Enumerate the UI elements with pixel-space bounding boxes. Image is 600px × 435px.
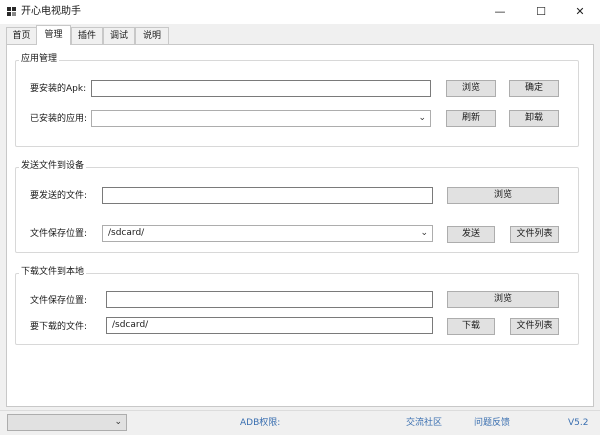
local-save-location-label: 文件保存位置: bbox=[30, 296, 88, 306]
feedback-link[interactable]: 问题反馈 bbox=[474, 417, 510, 429]
minimize-button[interactable]: — bbox=[480, 0, 520, 24]
device-select[interactable]: ⌄ bbox=[7, 414, 127, 431]
app-icon bbox=[7, 7, 17, 17]
download-file-input[interactable]: /sdcard/ bbox=[106, 317, 433, 334]
tab-home[interactable]: 首页 bbox=[6, 27, 37, 44]
app-management-legend: 应用管理 bbox=[19, 54, 60, 65]
chevron-down-icon: ⌄ bbox=[114, 417, 122, 427]
download-local-legend: 下载文件到本地 bbox=[19, 267, 87, 278]
local-file-list-button[interactable]: 文件列表 bbox=[510, 318, 559, 335]
close-button[interactable]: ✕ bbox=[560, 0, 600, 24]
version-label: V5.2 bbox=[568, 418, 589, 428]
local-save-location-input[interactable] bbox=[106, 291, 433, 308]
download-button[interactable]: 下载 bbox=[447, 318, 495, 335]
refresh-button[interactable]: 刷新 bbox=[446, 110, 496, 127]
send-to-device-legend: 发送文件到设备 bbox=[19, 161, 87, 172]
maximize-button[interactable]: ☐ bbox=[521, 0, 561, 24]
install-apk-input[interactable] bbox=[91, 80, 431, 97]
tab-debug[interactable]: 调试 bbox=[103, 27, 135, 44]
chevron-down-icon: ⌄ bbox=[418, 113, 426, 123]
app-management-group bbox=[15, 60, 579, 147]
browse-apk-button[interactable]: 浏览 bbox=[446, 80, 496, 97]
uninstall-button[interactable]: 卸载 bbox=[509, 110, 559, 127]
adb-permission-label: ADB权限: bbox=[240, 418, 281, 428]
browse-save-location-button[interactable]: 浏览 bbox=[447, 291, 559, 308]
tab-plugins[interactable]: 插件 bbox=[71, 27, 103, 44]
installed-apps-select[interactable]: ⌄ bbox=[91, 110, 431, 127]
tab-help[interactable]: 说明 bbox=[135, 27, 169, 44]
install-apk-label: 要安装的Apk: bbox=[30, 84, 87, 94]
installed-apps-label: 已安装的应用: bbox=[30, 114, 88, 124]
send-file-label: 要发送的文件: bbox=[30, 191, 88, 201]
window-title: 开心电视助手 bbox=[21, 6, 81, 17]
send-button[interactable]: 发送 bbox=[447, 226, 495, 243]
device-file-list-button[interactable]: 文件列表 bbox=[510, 226, 559, 243]
title-bar: 开心电视助手 — ☐ ✕ bbox=[0, 0, 600, 24]
tab-manage[interactable]: 管理 bbox=[36, 25, 71, 45]
device-save-location-value: /sdcard/ bbox=[108, 228, 145, 238]
community-link[interactable]: 交流社区 bbox=[406, 417, 442, 429]
confirm-install-button[interactable]: 确定 bbox=[509, 80, 559, 97]
download-file-label: 要下载的文件: bbox=[30, 322, 88, 332]
device-save-location-select[interactable]: /sdcard/ ⌄ bbox=[102, 225, 433, 242]
browse-send-file-button[interactable]: 浏览 bbox=[447, 187, 559, 204]
chevron-down-icon: ⌄ bbox=[420, 228, 428, 238]
device-save-location-label: 文件保存位置: bbox=[30, 229, 88, 239]
send-file-input[interactable] bbox=[102, 187, 433, 204]
